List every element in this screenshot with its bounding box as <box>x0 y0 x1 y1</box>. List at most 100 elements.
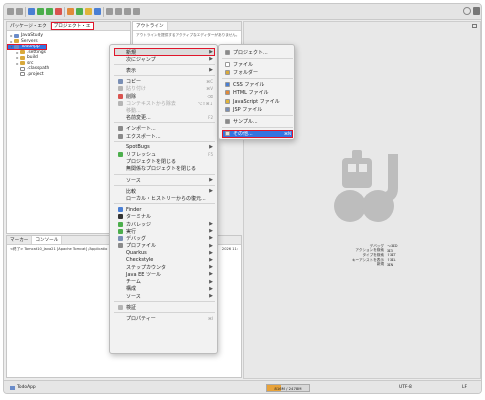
tab-console[interactable]: コンソール <box>32 236 63 244</box>
folder-icon <box>20 55 25 60</box>
project-icon <box>10 385 15 390</box>
submenu-item-html[interactable]: HTML ファイル <box>222 89 293 97</box>
menu-item-18[interactable]: 無関係なプロジェクトを閉じる <box>114 165 215 173</box>
menu-item-3[interactable]: 表示 ▶ <box>114 66 215 74</box>
search-tool-icon[interactable] <box>94 8 101 15</box>
line-delimiter-label[interactable]: LF <box>462 385 467 390</box>
menu-item-icon <box>118 86 123 92</box>
menu-item-icon <box>118 228 123 234</box>
search-icon[interactable] <box>463 7 471 15</box>
menu-item-icon <box>118 243 123 249</box>
menu-separator <box>114 75 215 77</box>
submenu-arrow-icon: ▶ <box>209 177 213 183</box>
coverage-icon[interactable] <box>46 8 53 15</box>
debug-icon[interactable] <box>28 8 35 15</box>
menu-item-icon <box>118 258 123 263</box>
outline-tabbar: アウトライン <box>133 22 241 31</box>
menu-separator <box>114 203 215 205</box>
open-type-icon[interactable] <box>85 8 92 15</box>
back-icon[interactable] <box>124 8 131 15</box>
run-icon[interactable] <box>37 8 44 15</box>
menu-item-23[interactable]: ローカル・ヒストリーからの復元... <box>114 194 215 202</box>
save-icon[interactable] <box>16 8 23 15</box>
stop-icon[interactable] <box>55 8 62 15</box>
toolbar-separator <box>103 6 104 17</box>
shortcut-keys: ⌘N <box>387 262 394 267</box>
new-java-project-icon[interactable] <box>67 8 74 15</box>
menu-item-icon <box>118 68 123 73</box>
menu-item-label: ローカル・ヒストリーからの復元... <box>126 195 206 202</box>
menu-item-39[interactable]: 検証 <box>114 303 215 311</box>
memory-indicator[interactable]: 816M / 2478M <box>266 384 310 392</box>
encoding-label[interactable]: UTF-8 <box>399 385 412 390</box>
menu-item-icon <box>118 189 123 194</box>
status-project: TodoApp <box>10 385 36 390</box>
submenu-item-2[interactable]: ファイル <box>222 60 293 68</box>
menu-separator <box>222 114 293 116</box>
console-line-text: <終了> Tomcat10_Java21 [Apache Tomcat] /Ap… <box>10 247 108 251</box>
menu-item-10[interactable]: 名前変更... F2 <box>114 114 215 122</box>
menu-item-shortcut: F2 <box>208 115 213 121</box>
submenu-item-label: プロジェクト... <box>233 49 268 56</box>
menu-separator <box>114 173 215 175</box>
menu-item-icon <box>118 79 123 85</box>
new-class-icon[interactable] <box>76 8 83 15</box>
forward-icon[interactable] <box>133 8 140 15</box>
submenu-item-icon <box>225 98 230 104</box>
menu-item-label: Quarkus <box>126 249 147 256</box>
menu-item-icon <box>118 279 123 284</box>
tab-project-explorer[interactable]: プロジェクト・エ <box>50 22 95 30</box>
menu-item-13[interactable]: エクスポート... <box>114 132 215 140</box>
submenu-item-0[interactable]: プロジェクト... <box>222 48 293 56</box>
memory-label: 816M / 2478M <box>274 386 302 391</box>
menu-item-41[interactable]: プロパティー ⌘I <box>114 314 215 322</box>
submenu-item-10[interactable]: サンプル... <box>222 117 293 125</box>
submenu-arrow-icon: ▶ <box>209 264 213 271</box>
new-submenu: プロジェクト... ファイル フォルダー CSS ファイル HTML ファイル JavaS… <box>218 44 295 140</box>
menu-item-label: 検証 <box>126 304 137 311</box>
menu-separator <box>114 184 215 186</box>
new-icon[interactable] <box>7 8 14 15</box>
submenu-item-javascript[interactable]: JavaScript ファイル <box>222 97 293 105</box>
menu-item-label: 次にジャンプ <box>126 56 156 63</box>
submenu-item-3[interactable]: フォルダー <box>222 68 293 76</box>
previous-annotation-icon[interactable] <box>115 8 122 15</box>
menu-item-icon <box>118 93 123 99</box>
menu-item-label: ソース <box>126 293 141 300</box>
eclipse-logo <box>334 150 398 222</box>
submenu-item-jsp[interactable]: JSP ファイル <box>222 105 293 113</box>
menu-item-37[interactable]: ソース ▶ <box>114 292 215 300</box>
menu-item-icon <box>118 133 123 139</box>
submenu-arrow-icon: ▶ <box>209 188 213 195</box>
menu-separator <box>114 140 215 142</box>
menu-item-icon <box>118 100 123 106</box>
submenu-item-icon <box>225 61 230 67</box>
shortcut-keys: ⌥⌘D <box>387 244 398 249</box>
submenu-arrow-icon: ▶ <box>209 56 213 63</box>
submenu-arrow-icon: ▶ <box>209 221 213 227</box>
main-toolbar <box>4 4 481 20</box>
tab-markers[interactable]: マーカー <box>7 236 33 244</box>
toolbar-separator <box>25 6 26 17</box>
perspective-icon[interactable] <box>473 7 480 15</box>
menu-item-icon <box>118 265 123 270</box>
menu-item-1[interactable]: 次にジャンプ ▶ <box>114 55 215 63</box>
shortcut-label: 新規 <box>376 262 384 267</box>
tab-outline[interactable]: アウトライン <box>133 22 168 30</box>
submenu-item-css[interactable]: CSS ファイル <box>222 81 293 89</box>
menu-item-icon <box>118 214 123 220</box>
toolbar-separator <box>64 6 65 17</box>
menu-separator <box>114 311 215 313</box>
menu-item-label: Finder <box>126 206 142 213</box>
context-menu: 新規 ▶ 次にジャンプ ▶ 表示 ▶ コピー ⌘C 貼り付け ⌘V 削除 ⌫ コンテキストから除去 ⌥⇧⌘… <box>109 44 218 354</box>
next-annotation-icon[interactable] <box>106 8 113 15</box>
menu-item-20[interactable]: ソース ▶ <box>114 176 215 184</box>
menu-item-label: プロパティー <box>126 315 156 322</box>
submenu-arrow-icon: ▶ <box>209 293 213 299</box>
tab-package-explorer[interactable]: パッケージ・エク <box>7 22 51 30</box>
menu-separator <box>114 63 215 65</box>
submenu-item-12[interactable]: その他... ⌘N <box>222 129 293 138</box>
menu-item-icon <box>118 272 123 277</box>
submenu-item-icon <box>225 118 230 124</box>
maximize-icon[interactable] <box>472 24 477 28</box>
